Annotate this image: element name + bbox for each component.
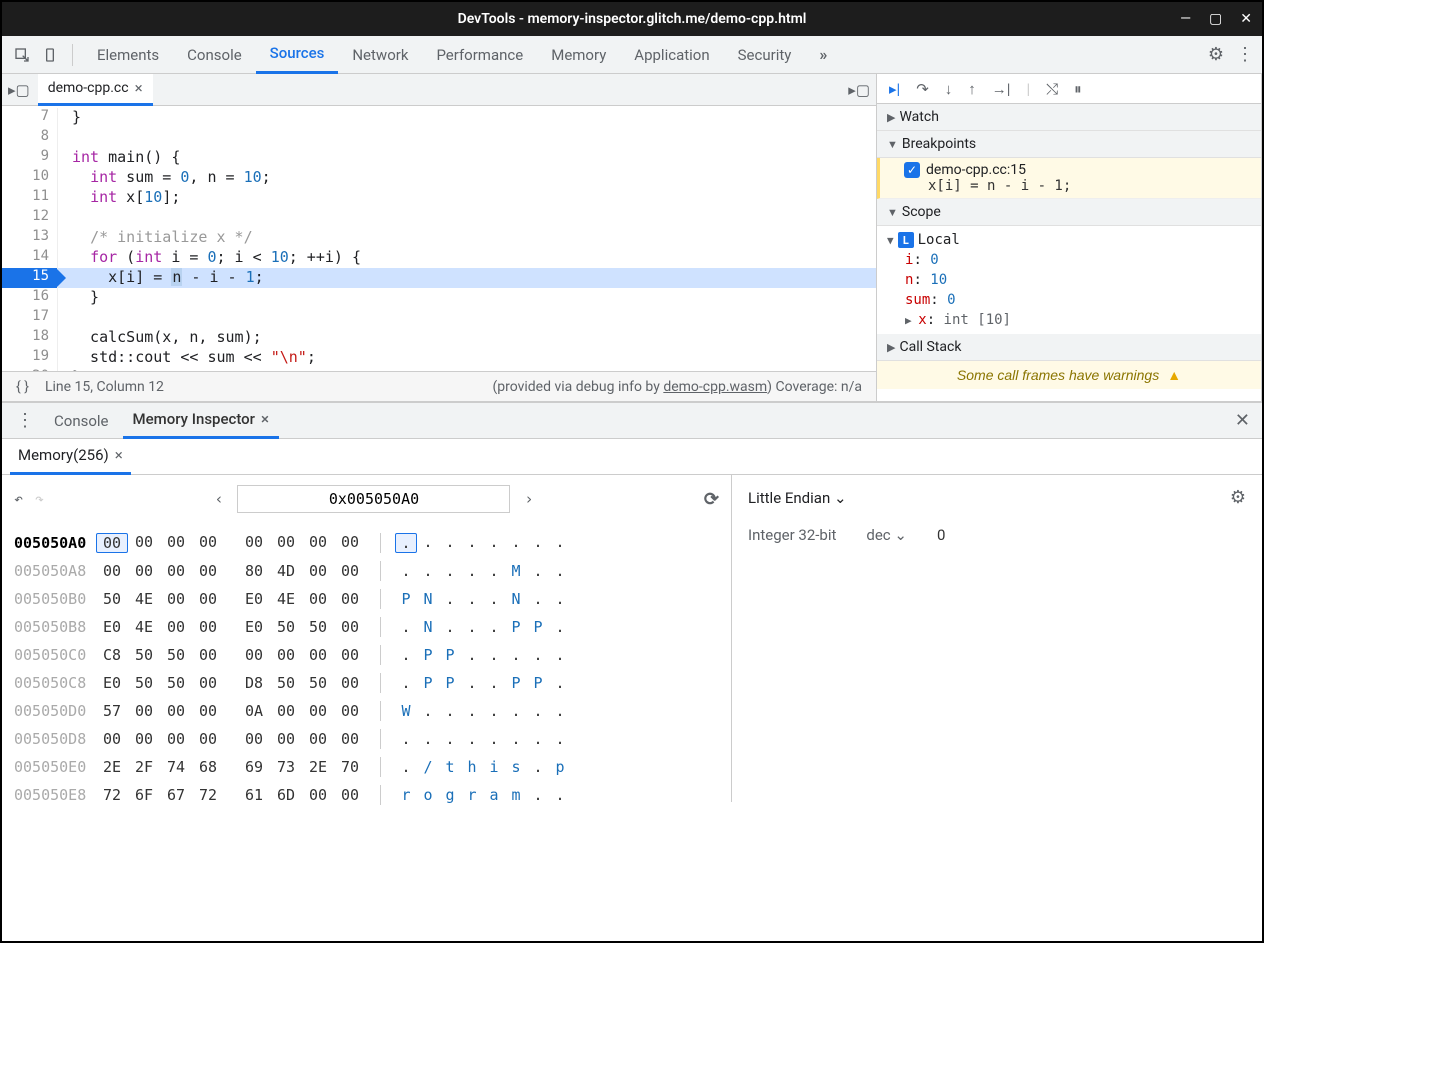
refresh-icon[interactable]: ⟳ <box>704 489 719 510</box>
scope-var[interactable]: ▶ x: int [10] <box>887 310 1251 330</box>
maximize-icon[interactable]: ▢ <box>1209 11 1222 27</box>
resume-icon[interactable]: ▸| <box>889 80 900 98</box>
tab-memory[interactable]: Memory <box>537 36 620 74</box>
chevron-down-icon: ⌄ <box>834 489 847 507</box>
memory-row[interactable]: 005050E02E2F746869732E70./this.p <box>14 753 719 781</box>
scope-var[interactable]: n: 10 <box>887 270 1251 290</box>
step-over-icon[interactable]: ↷ <box>916 80 929 98</box>
step-into-icon[interactable]: ↓ <box>945 80 953 98</box>
scope-var[interactable]: i: 0 <box>887 250 1251 270</box>
memory-row[interactable]: 005050B0504E0000E04E0000PN...N.. <box>14 585 719 613</box>
editor-tab-name: demo-cpp.cc <box>48 80 129 96</box>
close-drawer-tab-icon[interactable]: × <box>261 410 269 428</box>
tab-application[interactable]: Application <box>620 36 723 74</box>
memory-row[interactable]: 005050C0C850500000000000.PP..... <box>14 641 719 669</box>
breakpoint-item[interactable]: ✓demo-cpp.cc:15 x[i] = n - i - 1; <box>877 158 1261 199</box>
debug-toolbar: ▸| ↷ ↓ ↑ →| | ⤭ ⏸ <box>877 74 1261 104</box>
collapse-icon[interactable]: ▸▢ <box>848 81 870 99</box>
close-tab-icon[interactable]: × <box>135 79 143 97</box>
memory-row[interactable]: 005050D80000000000000000........ <box>14 725 719 753</box>
memory-hex-view: ↶ ↷ ‹ › ⟳ 005050A00000000000000000......… <box>2 475 732 802</box>
breakpoints-header[interactable]: ▼Breakpoints <box>877 131 1261 158</box>
scope-header[interactable]: ▼Scope <box>877 199 1261 226</box>
address-input[interactable] <box>237 485 510 513</box>
scope-local[interactable]: ▼LLocal <box>887 230 1251 250</box>
close-icon[interactable]: ✕ <box>1240 11 1252 27</box>
breakpoint-checkbox[interactable]: ✓ <box>904 162 920 178</box>
memory-settings-icon[interactable]: ⚙ <box>1230 487 1246 508</box>
undo-icon[interactable]: ↶ <box>14 490 23 508</box>
interpret-value: 0 <box>937 526 945 544</box>
drawer-tab-console[interactable]: Console <box>44 403 119 439</box>
memory-row[interactable]: 005050B8E04E0000E0505000.N...PP. <box>14 613 719 641</box>
interpret-type: Integer 32-bit <box>748 526 836 544</box>
settings-icon[interactable]: ⚙ <box>1208 44 1224 65</box>
titlebar: DevTools - memory-inspector.glitch.me/de… <box>2 2 1262 36</box>
tab-performance[interactable]: Performance <box>422 36 537 74</box>
next-page-icon[interactable]: › <box>524 490 533 508</box>
step-icon[interactable]: →| <box>992 80 1011 98</box>
memory-interpret-pane: Little Endian ⌄ ⚙ Integer 32-bit dec ⌄ 0 <box>732 475 1262 802</box>
callstack-header[interactable]: ▶Call Stack <box>877 334 1261 361</box>
drawer-kebab-icon[interactable]: ⋮ <box>10 410 40 431</box>
cursor-position: Line 15, Column 12 <box>45 379 164 395</box>
main-tabs: Elements Console Sources Network Perform… <box>83 36 841 73</box>
window-title: DevTools - memory-inspector.glitch.me/de… <box>458 11 807 27</box>
editor-statusbar: { } Line 15, Column 12 (provided via deb… <box>2 371 876 401</box>
editor-tab-active[interactable]: demo-cpp.cc × <box>38 74 153 106</box>
editor-pane: ▸▢ demo-cpp.cc × ▸▢ 7}89int main() {10 i… <box>2 74 877 401</box>
scope-var[interactable]: sum: 0 <box>887 290 1251 310</box>
drawer-tab-memory-inspector[interactable]: Memory Inspector× <box>123 403 279 439</box>
drawer: ⋮ Console Memory Inspector× ✕ Memory(256… <box>2 401 1262 802</box>
memory-row[interactable]: 005050E8726F6772616D0000rogram.. <box>14 781 719 809</box>
breakpoint-code: x[i] = n - i - 1; <box>904 178 1251 194</box>
redo-icon[interactable]: ↷ <box>35 490 44 508</box>
memory-tab[interactable]: Memory(256)× <box>10 439 131 475</box>
tab-sources[interactable]: Sources <box>256 36 339 74</box>
tabs-overflow-icon[interactable]: » <box>805 36 841 74</box>
minimize-icon[interactable]: — <box>1180 11 1191 27</box>
debug-pane: ▸| ↷ ↓ ↑ →| | ⤭ ⏸ ▶Watch ▼Breakpoints ✓d… <box>877 74 1262 401</box>
device-icon[interactable] <box>38 43 62 67</box>
watch-header[interactable]: ▶Watch <box>877 104 1261 131</box>
tab-elements[interactable]: Elements <box>83 36 173 74</box>
memory-row[interactable]: 005050D0570000000A000000W....... <box>14 697 719 725</box>
chevron-down-icon: ⌄ <box>894 526 907 544</box>
interpret-format-select[interactable]: dec ⌄ <box>866 526 907 544</box>
drawer-close-icon[interactable]: ✕ <box>1235 410 1254 431</box>
code-area[interactable]: 7}89int main() {10 int sum = 0, n = 10;1… <box>2 106 876 371</box>
tab-console[interactable]: Console <box>173 36 256 74</box>
memory-row[interactable]: 005050A00000000000000000........ <box>14 529 719 557</box>
close-memory-tab-icon[interactable]: × <box>115 446 123 464</box>
kebab-icon[interactable]: ⋮ <box>1236 44 1254 65</box>
memory-row[interactable]: 005050A800000000804D0000.....M.. <box>14 557 719 585</box>
endian-select[interactable]: Little Endian ⌄ <box>748 489 847 507</box>
prev-page-icon[interactable]: ‹ <box>214 490 223 508</box>
show-navigator-icon[interactable]: ▸▢ <box>8 81 30 99</box>
memory-row[interactable]: 005050C8E0505000D8505000.PP..PP. <box>14 669 719 697</box>
tab-security[interactable]: Security <box>724 36 806 74</box>
step-out-icon[interactable]: ↑ <box>968 80 976 98</box>
deactivate-breakpoints-icon[interactable]: ⤭ <box>1046 80 1058 98</box>
callstack-warning: Some call frames have warnings▲ <box>877 361 1261 389</box>
inspect-icon[interactable] <box>10 43 34 67</box>
tab-network[interactable]: Network <box>338 36 422 74</box>
wasm-link[interactable]: demo-cpp.wasm <box>663 379 767 395</box>
main-toolbar: Elements Console Sources Network Perform… <box>2 36 1262 74</box>
pause-exceptions-icon[interactable]: ⏸ <box>1074 80 1082 98</box>
